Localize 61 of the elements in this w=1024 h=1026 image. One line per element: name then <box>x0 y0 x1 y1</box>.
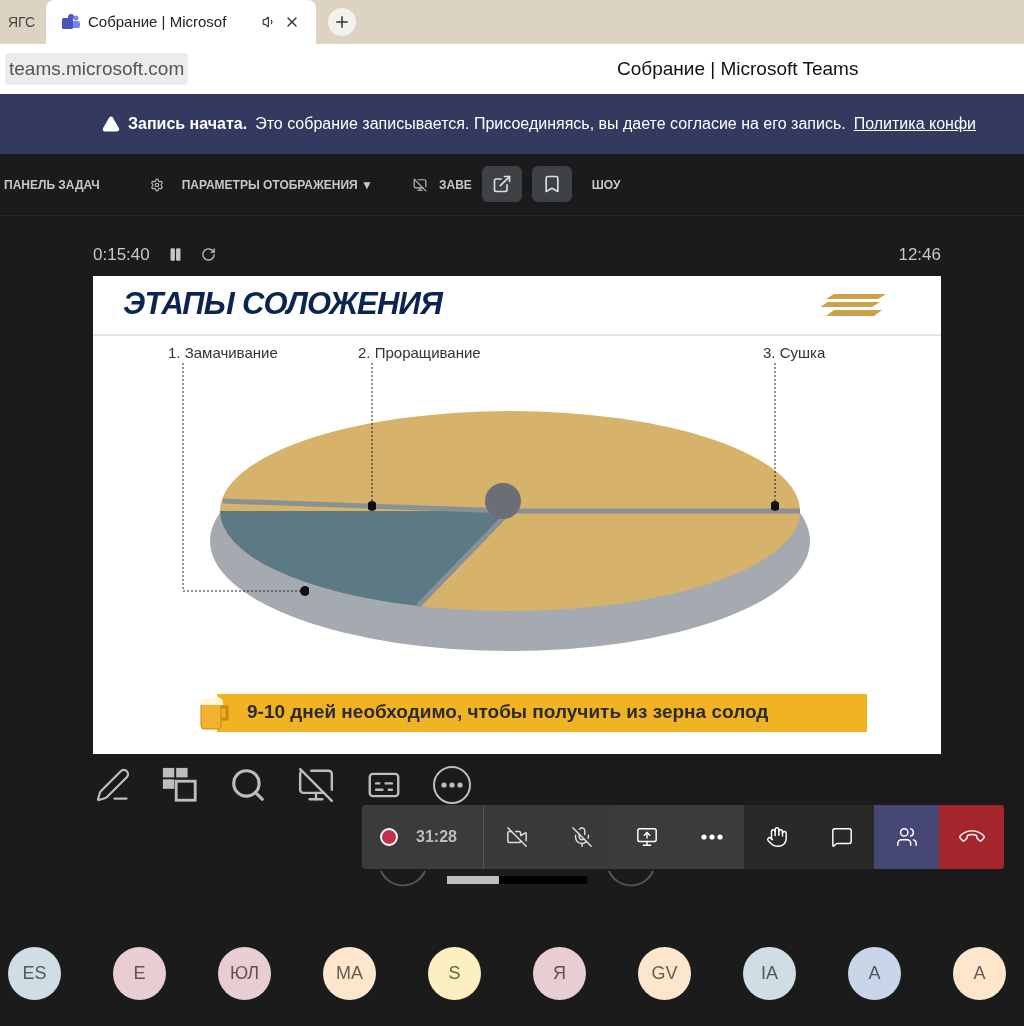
people-icon <box>895 826 918 848</box>
banner-bold-text: Запись начата. <box>128 114 248 134</box>
call-duration: 31:28 <box>416 827 457 847</box>
settings-icon <box>149 177 164 192</box>
slide-title: ЭТАПЫ СОЛОЖЕНИЯ <box>123 285 442 324</box>
pen-icon[interactable] <box>95 766 131 803</box>
monitor-icon <box>412 177 427 192</box>
monitor-off-icon[interactable] <box>297 765 335 804</box>
privacy-link[interactable]: Политика конфи <box>853 112 976 136</box>
stage-label: 2. Проращивание <box>358 342 481 363</box>
participant-avatar[interactable]: ЮЛ <box>218 947 271 1000</box>
more-icon <box>700 834 723 840</box>
participant-avatar[interactable]: MA <box>323 947 376 1000</box>
slides-grid-icon[interactable] <box>161 765 199 804</box>
microphone-off-icon <box>570 826 593 848</box>
hand-icon <box>765 826 788 848</box>
elapsed-time: 0:15:40 <box>93 244 150 266</box>
external-link-icon <box>492 174 512 194</box>
presenter-menu-item[interactable]: ПАНЕЛЬ ЗАДАЧ <box>4 175 100 194</box>
bookmark-icon <box>542 174 562 194</box>
presenter-menu-item[interactable]: ШОУ <box>591 175 621 194</box>
presenter-menu-item[interactable]: ПАРАМЕТРЫ ОТОБРАЖЕНИЯ ▼ <box>181 175 373 194</box>
teams-logo-icon <box>62 14 80 30</box>
browser-tab[interactable]: Собрание | Microsof <box>46 0 316 44</box>
share-screen-icon <box>635 826 658 848</box>
warning-icon <box>102 115 120 133</box>
page-title: Собрание | Microsoft Teams <box>617 56 859 81</box>
tab-title: ЯГС <box>8 12 36 32</box>
slide-banner: 9-10 дней необходимо, чтобы получить из зерна солод <box>217 693 867 732</box>
bookmark-button[interactable] <box>532 166 572 202</box>
stage-label: 3. Сушка <box>763 342 826 363</box>
participant-avatar[interactable]: S <box>428 947 481 1000</box>
chat-button[interactable] <box>809 805 874 869</box>
participant-avatar[interactable]: Я <box>533 947 586 1000</box>
chat-icon <box>830 826 853 848</box>
participants-button[interactable] <box>874 805 939 869</box>
address-field[interactable]: teams.microsoft.com <box>5 52 189 86</box>
participant-avatar[interactable]: A <box>848 947 901 1000</box>
participant-avatar[interactable]: ES <box>8 947 61 1000</box>
tab-title: Собрание | Microsof <box>88 11 227 32</box>
restart-icon[interactable] <box>200 247 216 263</box>
browser-tab[interactable]: ЯГС <box>0 0 46 44</box>
clock-time: 12:46 <box>898 244 941 266</box>
pop-out-button[interactable] <box>482 166 522 202</box>
pause-icon[interactable] <box>167 247 183 263</box>
beer-mug-icon <box>199 694 231 731</box>
raise-hand-button[interactable] <box>744 805 809 869</box>
new-tab-button[interactable] <box>328 8 356 36</box>
more-icon <box>441 781 463 788</box>
more-options-button[interactable] <box>433 765 471 804</box>
presenter-menu-item[interactable]: ЗАВЕ <box>438 175 472 194</box>
banner-text: Это собрание записывается. Присоединяясь, вы даете согласие на его запись. <box>255 114 846 134</box>
plus-icon <box>333 13 351 31</box>
hang-up-button[interactable] <box>939 805 1004 869</box>
stage-label: 1. Замачивание <box>168 342 278 363</box>
participant-avatar[interactable]: E <box>113 947 166 1000</box>
participant-avatar[interactable]: IA <box>743 947 796 1000</box>
participant-avatar[interactable]: A <box>953 947 1006 1000</box>
camera-off-icon <box>505 826 528 848</box>
participant-avatar[interactable]: GV <box>638 947 691 1000</box>
logo-stripes-icon <box>820 291 886 318</box>
